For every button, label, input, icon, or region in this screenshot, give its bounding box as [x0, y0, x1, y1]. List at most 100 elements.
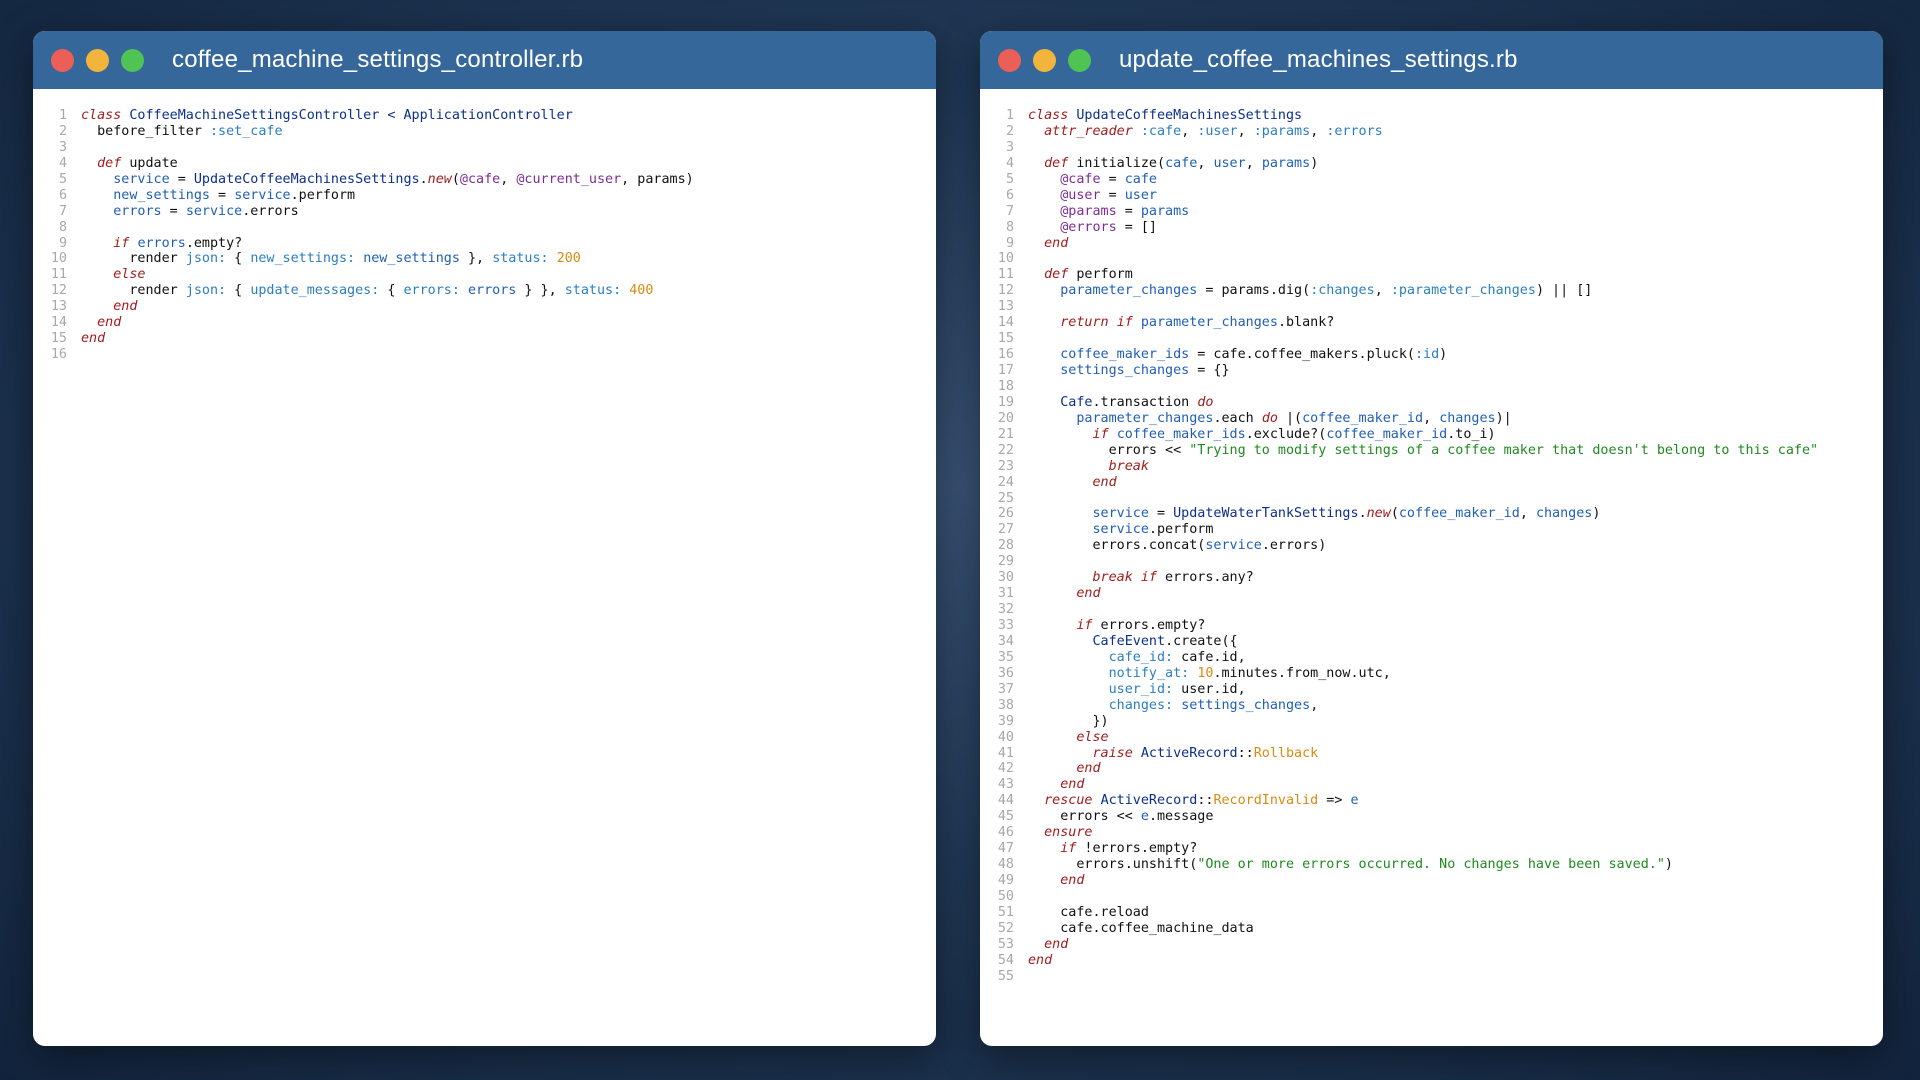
code-token: , params) — [621, 171, 694, 187]
line-source: end — [81, 315, 121, 331]
code-line: 17 settings_changes = {} — [980, 363, 1883, 379]
line-number: 50 — [997, 888, 1014, 904]
line-number: 52 — [997, 920, 1014, 936]
line-source: end — [1028, 236, 1068, 252]
code-line: 2 attr_reader :cafe, :user, :params, :er… — [980, 124, 1883, 140]
code-token: .message — [1148, 809, 1214, 825]
line-source: end — [1028, 777, 1084, 793]
minimize-button[interactable] — [86, 48, 109, 72]
code-token: update_messages: — [250, 283, 380, 299]
line-number: 8 — [1005, 219, 1014, 235]
code-token: @errors — [1060, 219, 1117, 235]
line-source: else — [81, 267, 145, 283]
code-token: .exclude?( — [1245, 426, 1327, 442]
maximize-button[interactable] — [121, 48, 144, 72]
line-source: @user = user — [1028, 188, 1157, 204]
code-token: :set_cafe — [210, 123, 283, 139]
line-number: 16 — [997, 347, 1014, 363]
code-token: service — [1092, 506, 1149, 522]
code-token: = — [161, 203, 186, 219]
code-line: 44 rescue ActiveRecord::RecordInvalid =>… — [980, 793, 1883, 809]
code-line: 16 coffee_maker_ids = cafe.coffee_makers… — [980, 347, 1883, 363]
code-token: 400 — [629, 283, 654, 299]
minimize-button[interactable] — [1033, 48, 1056, 72]
maximize-button[interactable] — [1068, 48, 1091, 72]
line-source: notify_at: 10.minutes.from_now.utc, — [1028, 666, 1391, 682]
line-number: 11 — [997, 267, 1014, 283]
code-token: end — [1092, 474, 1117, 490]
code-token: errors — [468, 283, 517, 299]
code-token: def — [1044, 155, 1069, 171]
code-token: errors.unshift( — [1028, 857, 1198, 873]
line-number: 22 — [997, 442, 1014, 458]
code-token: def — [97, 155, 122, 171]
code-token: coffee_maker_ids — [1060, 347, 1190, 363]
code-line: 13 — [980, 299, 1883, 315]
code-token: cafe.id, — [1173, 649, 1246, 665]
line-number: 33 — [997, 618, 1014, 633]
code-line: 30 break if errors.any? — [980, 570, 1883, 586]
code-token: Rollback — [1253, 745, 1319, 761]
code-token: new_settings — [113, 187, 210, 203]
code-token: cafe.reload — [1028, 904, 1149, 920]
line-source: rescue ActiveRecord::RecordInvalid => e — [1028, 793, 1358, 809]
line-source: @params = params — [1028, 204, 1189, 220]
line-number: 25 — [997, 490, 1014, 506]
line-number: 44 — [997, 793, 1014, 809]
line-source: if coffee_maker_ids.exclude?(coffee_make… — [1028, 427, 1496, 443]
line-number: 36 — [997, 665, 1014, 681]
line-number: 2 — [1005, 123, 1014, 139]
line-source: end — [1028, 873, 1084, 889]
code-line: 52 cafe.coffee_machine_data — [980, 921, 1883, 937]
close-button[interactable] — [51, 48, 74, 72]
code-token: errors.any? — [1157, 570, 1254, 586]
code-token: .minutes.from_now.utc, — [1213, 665, 1391, 681]
code-line: 28 errors.concat(service.errors) — [980, 538, 1883, 554]
line-source: class UpdateCoffeeMachinesSettings — [1028, 108, 1302, 124]
code-token: } }, — [516, 283, 565, 299]
code-token: render — [81, 283, 186, 299]
line-number: 38 — [997, 697, 1014, 713]
code-line: 41 raise ActiveRecord::Rollback — [980, 746, 1883, 762]
code-line: 42 end — [980, 761, 1883, 777]
code-line: 31 end — [980, 586, 1883, 602]
code-token: :id — [1414, 347, 1440, 363]
code-token: :parameter_changes — [1390, 283, 1536, 299]
line-source: errors = service.errors — [81, 203, 298, 220]
code-token: ) — [1664, 857, 1673, 873]
code-token: ( — [451, 171, 460, 187]
line-source: break if errors.any? — [1028, 570, 1254, 586]
line-number: 9 — [1005, 235, 1014, 251]
code-token: . — [419, 171, 428, 187]
code-editor[interactable]: 1 class CoffeeMachineSettingsController <… — [33, 89, 936, 363]
code-line: 18 — [980, 379, 1883, 395]
code-line: 21 if coffee_maker_ids.exclude?(coffee_m… — [980, 427, 1883, 443]
code-token: end — [97, 315, 122, 331]
close-button[interactable] — [998, 48, 1021, 72]
code-token: settings_changes — [1060, 363, 1190, 378]
code-token: = params.dig( — [1197, 283, 1311, 299]
code-token: if — [1092, 426, 1109, 442]
line-number: 8 — [58, 219, 67, 235]
line-number: 17 — [997, 363, 1014, 378]
code-line: 14 return if parameter_changes.blank? — [980, 315, 1883, 331]
line-number: 43 — [997, 777, 1014, 793]
code-token: { — [226, 283, 251, 299]
line-number: 49 — [997, 873, 1014, 888]
code-editor[interactable]: 1 class UpdateCoffeeMachinesSettings 2 att… — [980, 89, 1883, 985]
line-number: 5 — [58, 171, 67, 187]
line-source: cafe.reload — [1028, 905, 1149, 921]
line-source: errors << e.message — [1028, 809, 1213, 825]
